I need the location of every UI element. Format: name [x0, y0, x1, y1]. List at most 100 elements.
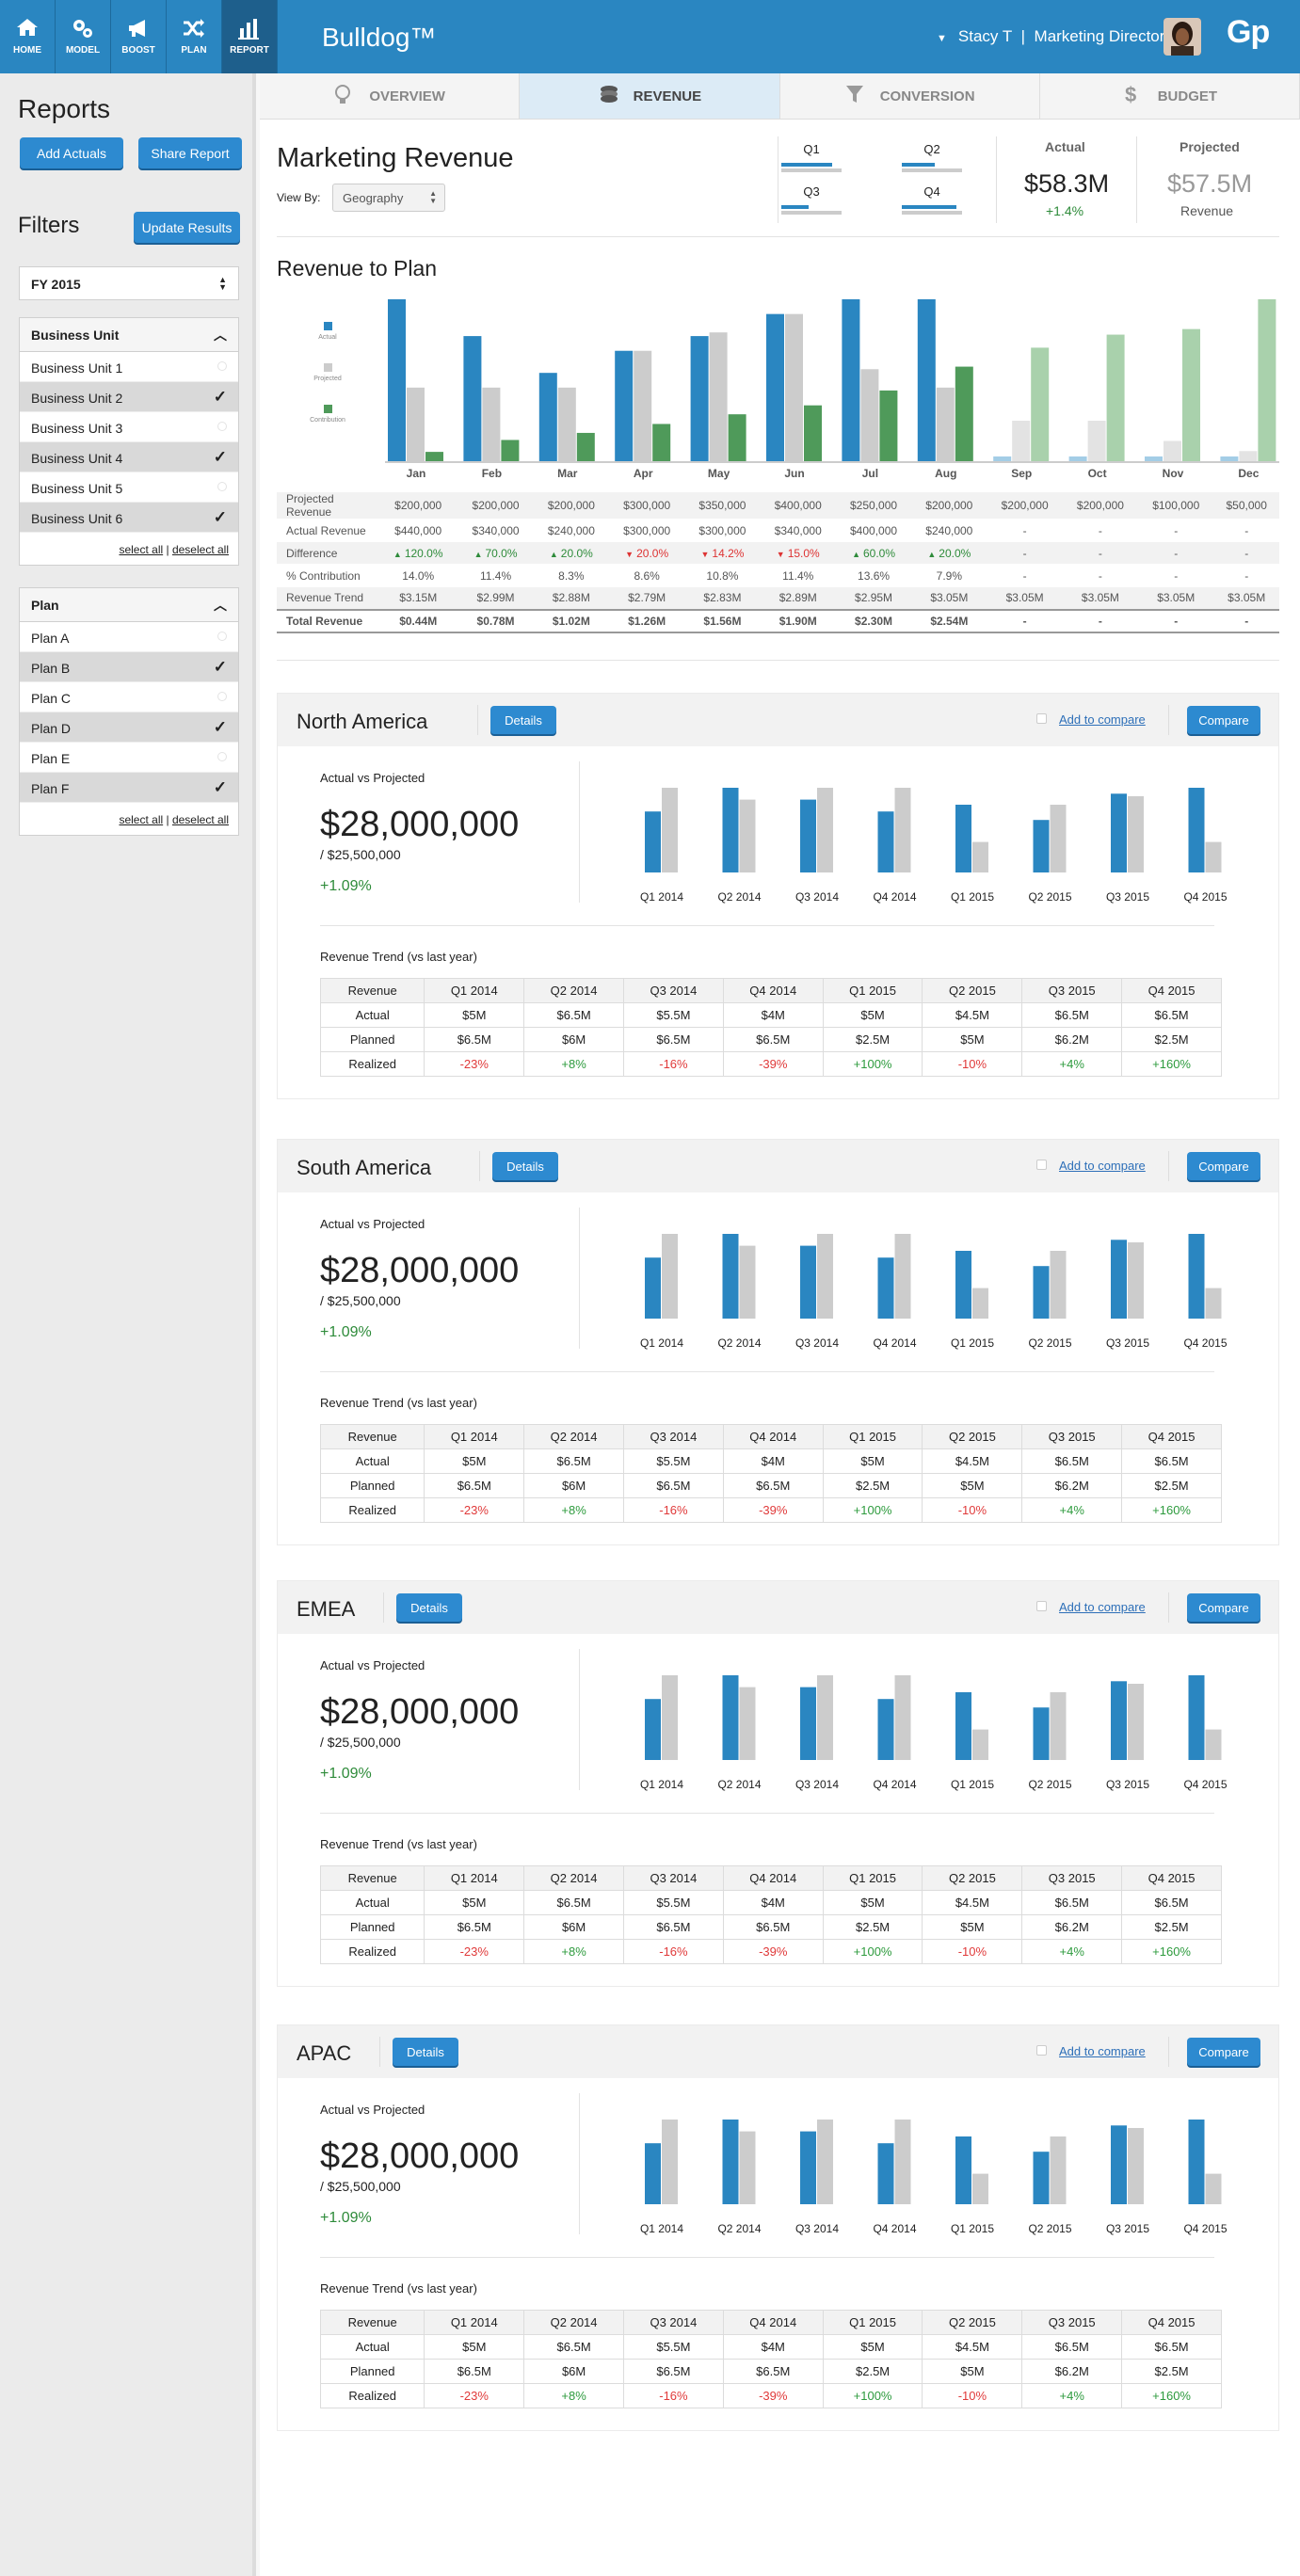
add-actuals-button[interactable]: Add Actuals [20, 137, 123, 168]
actual-bar [955, 2136, 971, 2204]
filter-item[interactable]: Plan B ✓ [20, 652, 238, 682]
x-tick-label: Q4 2014 [873, 1336, 916, 1350]
tab-overview[interactable]: OVERVIEW [260, 73, 521, 119]
plan-filter-title: Plan [31, 598, 59, 613]
nav-model-button[interactable]: MODEL [56, 0, 111, 73]
table-cell: $1.02M [533, 608, 609, 633]
column-header: Q1 2014 [424, 1424, 525, 1449]
filter-item[interactable]: Business Unit 5 [20, 472, 238, 503]
geography-select[interactable]: Geography ▲ ▼ [332, 184, 445, 212]
deselect-all-link[interactable]: deselect all [172, 813, 229, 826]
filter-item[interactable]: Business Unit 2 ✓ [20, 382, 238, 412]
x-tick-label: Jun [784, 467, 804, 480]
filter-item[interactable]: Plan F ✓ [20, 773, 238, 803]
checkmark-icon[interactable]: ✓ [214, 508, 227, 527]
column-header: Q1 2015 [822, 2310, 923, 2335]
chevron-up-icon[interactable]: ︿ [214, 326, 227, 344]
details-button[interactable]: Details [492, 1152, 558, 1180]
filter-item[interactable]: Plan A [20, 622, 238, 652]
details-button[interactable]: Details [490, 706, 556, 734]
filter-item[interactable]: Plan D ✓ [20, 712, 238, 743]
checkbox[interactable] [217, 361, 227, 371]
tab-conversion[interactable]: CONVERSION [779, 73, 1040, 119]
select-all-link[interactable]: select all [119, 813, 163, 826]
checkbox[interactable] [217, 422, 227, 431]
deselect-all-link[interactable]: deselect all [172, 543, 229, 556]
actual-bar [1111, 1240, 1127, 1319]
nav-home-button[interactable]: HOME [0, 0, 56, 73]
table-cell: $2.54M [911, 608, 987, 633]
avatar[interactable] [1164, 18, 1201, 56]
projected-bar [1050, 1251, 1067, 1319]
x-tick-label: Q2 2015 [1028, 1778, 1071, 1791]
filter-item[interactable]: Plan E [20, 743, 238, 773]
tab-revenue[interactable]: REVENUE [520, 73, 780, 119]
select-all-link[interactable]: select all [119, 543, 163, 556]
details-button[interactable]: Details [396, 1593, 462, 1622]
checkmark-icon[interactable]: ✓ [214, 658, 227, 677]
cell-value: - [1022, 523, 1027, 537]
checkmark-icon[interactable]: ✓ [214, 448, 227, 467]
checkbox[interactable] [217, 692, 227, 701]
x-tick-label: Aug [935, 467, 956, 480]
checkmark-icon[interactable]: ✓ [214, 718, 227, 737]
table-cell: $6.5M [523, 1448, 624, 1474]
compare-checkbox[interactable] [1036, 1160, 1047, 1170]
tab-budget[interactable]: $ BUDGET [1039, 73, 1300, 119]
update-results-button[interactable]: Update Results [134, 212, 240, 243]
table-cell: -16% [623, 2383, 724, 2408]
filter-item[interactable]: Business Unit 6 ✓ [20, 503, 238, 533]
column-header: Q3 2015 [1021, 1865, 1123, 1891]
column-header: Q2 2014 [523, 2310, 624, 2335]
compare-checkbox[interactable] [1036, 1601, 1047, 1611]
checkmark-icon[interactable]: ✓ [214, 778, 227, 797]
compare-checkbox[interactable] [1036, 713, 1047, 724]
table-cell: $3.05M [1213, 586, 1279, 610]
filter-item[interactable]: Business Unit 4 ✓ [20, 442, 238, 472]
projected-bar [1205, 1288, 1222, 1319]
share-report-button[interactable]: Share Report [138, 137, 242, 168]
x-tick-label: Q2 2015 [1028, 890, 1071, 904]
table-cell: $2.79M [609, 586, 685, 610]
filter-item[interactable]: Business Unit 3 [20, 412, 238, 442]
actual-label: Actual [1045, 139, 1085, 154]
checkmark-icon[interactable]: ✓ [214, 388, 227, 407]
compare-button[interactable]: Compare [1187, 2038, 1260, 2066]
bu-filter-header[interactable]: Business Unit ︿ [20, 318, 238, 352]
compare-button[interactable]: Compare [1187, 1593, 1260, 1622]
legend-swatch [324, 322, 332, 330]
divider [320, 2257, 1214, 2258]
compare-button[interactable]: Compare [1187, 1152, 1260, 1180]
divider [379, 2037, 380, 2067]
checkbox[interactable] [217, 632, 227, 641]
user-menu[interactable]: ▼ Stacy T | Marketing Director [937, 27, 1164, 46]
contribution-bar [1031, 347, 1050, 461]
add-to-compare-link[interactable]: Add to compare [1059, 1600, 1146, 1614]
table-cell: -16% [623, 1051, 724, 1077]
actual-vs-projected-label: Actual vs Projected [320, 1217, 425, 1231]
checkbox[interactable] [217, 752, 227, 761]
compare-button[interactable]: Compare [1187, 706, 1260, 734]
details-button[interactable]: Details [393, 2038, 458, 2066]
filter-item[interactable]: Plan C [20, 682, 238, 712]
x-tick-label: Sep [1011, 467, 1032, 480]
column-header: Q1 2014 [424, 2310, 525, 2335]
cell-value: $2.99M [476, 591, 515, 605]
plan-filter-header[interactable]: Plan ︿ [20, 588, 238, 622]
checkbox[interactable] [217, 482, 227, 491]
table-cell: $6.5M [523, 2334, 624, 2360]
column-header: Q4 2015 [1121, 2310, 1222, 2335]
chevron-up-icon[interactable]: ︿ [214, 596, 227, 615]
table-cell: $2.30M [835, 608, 912, 633]
nav-report-button[interactable]: REPORT [222, 0, 278, 73]
add-to-compare-link[interactable]: Add to compare [1059, 712, 1146, 727]
nav-plan-button[interactable]: PLAN [167, 0, 222, 73]
fiscal-year-select[interactable]: FY 2015 ▲ ▼ [19, 266, 239, 300]
add-to-compare-link[interactable]: Add to compare [1059, 2044, 1146, 2058]
compare-checkbox[interactable] [1036, 2045, 1047, 2056]
table-cell: $5.5M [623, 1002, 724, 1028]
filter-item[interactable]: Business Unit 1 [20, 352, 238, 382]
add-to-compare-link[interactable]: Add to compare [1059, 1159, 1146, 1173]
nav-boost-button[interactable]: BOOST [111, 0, 167, 73]
table-cell: $200,000 [911, 492, 987, 520]
